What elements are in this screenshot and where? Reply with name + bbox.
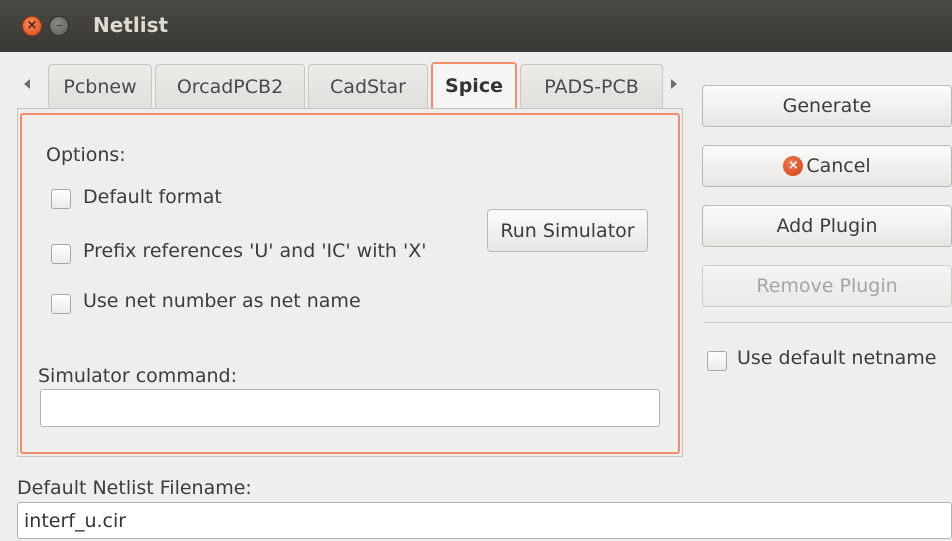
default-format-checkbox[interactable]	[51, 189, 71, 209]
tab-spice[interactable]: Spice	[431, 62, 517, 108]
separator	[703, 322, 952, 323]
run-simulator-label: Run Simulator	[500, 219, 635, 242]
tab-label: OrcadPCB2	[176, 75, 284, 98]
generate-label: Generate	[782, 95, 872, 117]
title-bar: × – Netlist	[0, 0, 952, 52]
tab-label: Spice	[445, 75, 503, 97]
prefix-references-label[interactable]: Prefix references 'U' and 'IC' with 'X'	[83, 240, 426, 262]
cancel-button[interactable]: × Cancel	[702, 145, 952, 187]
window-minimize-icon[interactable]: –	[49, 16, 69, 36]
remove-plugin-button[interactable]: Remove Plugin	[702, 265, 952, 307]
netlist-dialog: × – Netlist Pcbnew OrcadPCB2 CadStar Spi…	[0, 0, 952, 541]
simulator-command-label: Simulator command:	[38, 365, 237, 387]
tab-scroll-left-icon[interactable]	[24, 79, 30, 89]
default-netlist-filename-label: Default Netlist Filename:	[17, 477, 252, 499]
use-default-netname-label[interactable]: Use default netname	[737, 347, 937, 369]
remove-plugin-label: Remove Plugin	[756, 275, 898, 297]
cancel-label: Cancel	[806, 155, 871, 177]
cancel-icon: ×	[783, 156, 804, 176]
tab-pcbnew[interactable]: Pcbnew	[48, 64, 152, 108]
tab-orcadpcb2[interactable]: OrcadPCB2	[155, 64, 305, 108]
add-plugin-label: Add Plugin	[776, 215, 878, 237]
prefix-references-checkbox[interactable]	[51, 244, 71, 264]
tab-label: Pcbnew	[63, 75, 137, 98]
tab-label: CadStar	[330, 75, 406, 98]
use-net-number-label[interactable]: Use net number as net name	[83, 290, 361, 312]
tab-pads-pcb[interactable]: PADS-PCB	[520, 64, 663, 108]
use-net-number-checkbox[interactable]	[51, 294, 71, 314]
window-title: Netlist	[93, 13, 169, 37]
tab-label: PADS-PCB	[544, 75, 639, 98]
default-netlist-filename-input[interactable]: interf_u.cir	[17, 502, 952, 539]
options-label: Options:	[46, 144, 126, 166]
use-default-netname-checkbox[interactable]	[707, 351, 727, 371]
tab-scroll-right-icon[interactable]	[671, 79, 677, 89]
generate-button[interactable]: Generate	[702, 85, 952, 127]
default-format-label[interactable]: Default format	[83, 186, 222, 208]
add-plugin-button[interactable]: Add Plugin	[702, 205, 952, 247]
window-close-icon[interactable]: ×	[22, 16, 42, 36]
tab-cadstar[interactable]: CadStar	[308, 64, 428, 108]
run-simulator-button[interactable]: Run Simulator	[487, 209, 648, 252]
simulator-command-input[interactable]	[40, 389, 660, 427]
